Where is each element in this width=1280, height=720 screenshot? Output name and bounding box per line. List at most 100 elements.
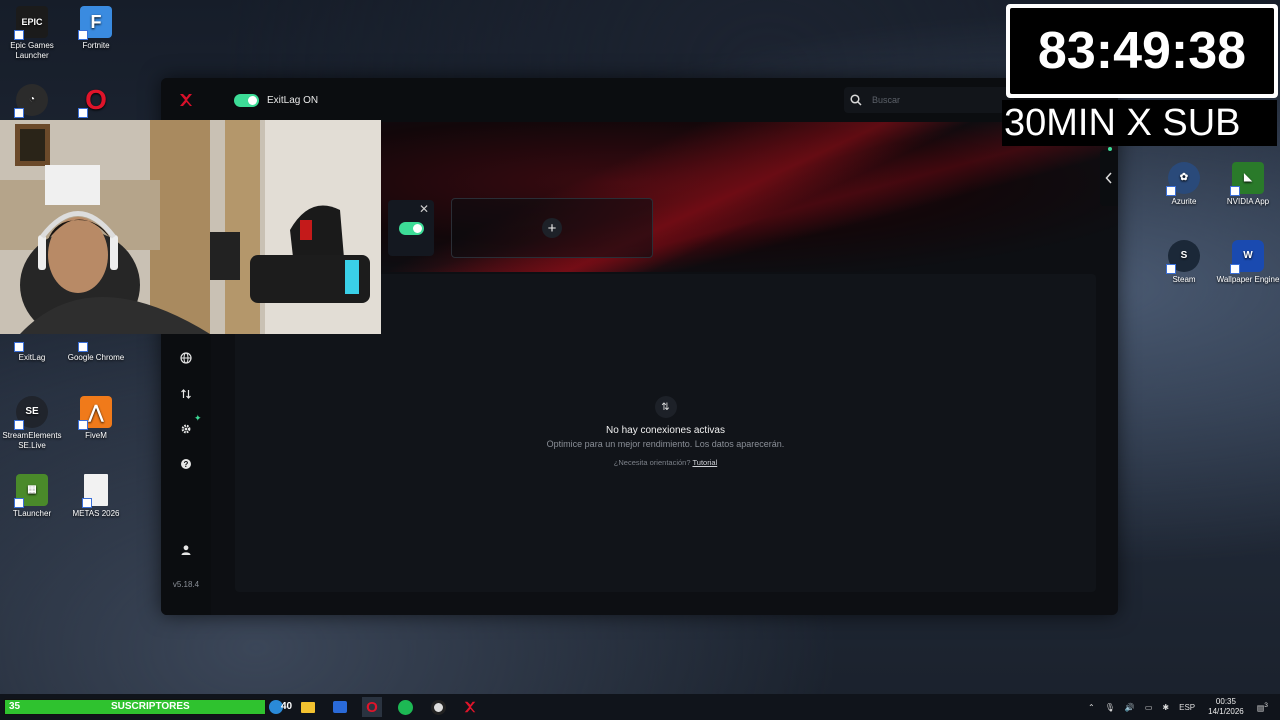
webcam-feed [0, 120, 381, 334]
desktop-icon-label: StreamElements SE.Live [2, 431, 62, 450]
desktop-icon-label: TLauncher [12, 509, 52, 518]
opera-icon: O [366, 698, 378, 716]
empty-state-help: ¿Necesita orientación? Tutorial [235, 458, 1096, 467]
subscriber-goal-bar: 35 SUSCRIPTORES [4, 699, 266, 715]
search-icon [850, 94, 862, 106]
help-text: ¿Necesita orientación? [613, 458, 691, 467]
system-tray: ⌃ 🎙 🔊 ▭ ✱ ESP 00:35 14/1/2026 ▤3 [1083, 694, 1280, 720]
taskbar-file-explorer-button[interactable] [298, 697, 318, 717]
desktop-icon-label: Steam [1172, 275, 1196, 284]
desktop-icon-label: Epic Games Launcher [10, 41, 54, 60]
game-toggle[interactable] [398, 221, 424, 235]
user-icon [181, 545, 191, 555]
search-box[interactable] [844, 87, 1014, 113]
status-dot [1108, 147, 1112, 151]
exitlag-icon [464, 701, 476, 713]
transfer-icon [181, 389, 191, 399]
timer-subtitle: 30MIN X SUB [1002, 100, 1277, 146]
desktop-icon-azurite[interactable]: ✿ Azurite [1148, 162, 1220, 207]
subscriber-label: SUSCRIPTORES [111, 701, 190, 712]
desktop-icon-opera[interactable]: O [60, 84, 132, 119]
sidebar-settings-button[interactable]: ✦ [176, 413, 202, 439]
epic-games-icon: EPIC [14, 6, 48, 40]
desktop-icon-obs[interactable]: ◔ [0, 84, 68, 119]
timer-value: 83:49:38 [1010, 8, 1274, 94]
desktop-icon-label: NVIDIA App [1226, 197, 1270, 206]
desktop-icon-label: Wallpaper Engine [1216, 275, 1280, 284]
tlauncher-icon: ▦ [14, 474, 48, 508]
desktop-icon-label: FiveM [85, 431, 107, 440]
sidebar-connections-button[interactable] [176, 384, 196, 404]
obs-icon [430, 699, 446, 715]
taskbar-opera-button[interactable]: O [362, 697, 382, 717]
taskbar-obs-button[interactable] [428, 697, 448, 717]
sparkle-icon: ✦ [194, 413, 202, 423]
plus-icon: + [542, 218, 562, 238]
language-indicator[interactable]: ESP [1179, 703, 1195, 712]
spotify-icon [397, 699, 413, 715]
search-input[interactable] [872, 95, 992, 105]
desktop-icon-metas[interactable]: METAS 2026 [60, 474, 132, 519]
empty-state: ⇅ No hay conexiones activas Optimice par… [235, 396, 1096, 467]
desktop-icon-tlauncher[interactable]: ▦ TLauncher [0, 474, 68, 519]
subscriber-count: 35 [9, 701, 21, 712]
desktop-icon-epic-games[interactable]: EPIC Epic Games Launcher [0, 6, 68, 61]
empty-state-subtitle: Optimice para un mejor rendimiento. Los … [546, 439, 785, 449]
exitlag-logo-icon [180, 94, 192, 106]
taskbar-mail-button[interactable] [330, 697, 350, 717]
desktop-icon-label: ExitLag [18, 353, 46, 362]
network-icon[interactable]: ▭ [1145, 703, 1153, 712]
webcam-overlay [0, 120, 381, 334]
clock-date: 14/1/2026 [1208, 707, 1244, 716]
exitlag-toggle[interactable] [234, 93, 259, 107]
mail-icon [333, 701, 347, 713]
sidebar-help-button[interactable]: ? [176, 454, 196, 474]
desktop-icon-label: Azurite [1171, 197, 1197, 206]
taskbar-clock[interactable]: 00:35 14/1/2026 [1208, 697, 1244, 717]
folder-icon [301, 701, 315, 713]
subathon-timer: 83:49:38 [1006, 4, 1278, 98]
collapse-panel-button[interactable] [1100, 147, 1118, 206]
edge-badge: 40 [281, 701, 293, 712]
desktop-icon-wallpaper-engine[interactable]: W Wallpaper Engine [1212, 240, 1280, 285]
desktop-icon-fortnite[interactable]: F Fortnite [60, 6, 132, 51]
close-icon[interactable]: ✕ [419, 202, 429, 216]
app-topbar: ExitLag ON [161, 78, 1118, 122]
desktop-icon-nvidia[interactable]: ◣ NVIDIA App [1212, 162, 1280, 207]
wallpaper-engine-icon: W [1230, 240, 1264, 274]
globe-icon [180, 352, 192, 364]
help-icon: ? [181, 459, 191, 469]
sidebar-globe-button[interactable] [176, 348, 196, 368]
azurite-icon: ✿ [1166, 162, 1200, 196]
taskbar-spotify-button[interactable] [395, 697, 415, 717]
exitlag-status-label: ExitLag ON [267, 94, 319, 106]
volume-icon[interactable]: 🔊 [1125, 703, 1135, 712]
desktop-icon-steam[interactable]: S Steam [1148, 240, 1220, 285]
desktop-icon-streamelements[interactable]: SE StreamElements SE.Live [0, 396, 68, 451]
tutorial-link[interactable]: Tutorial [692, 458, 717, 467]
chevron-left-icon [1105, 172, 1112, 184]
desktop-icon-fivem[interactable]: ⋀ FiveM [60, 396, 132, 441]
desktop-icon-label: Google Chrome [67, 353, 125, 362]
desktop-icon-label: METAS 2026 [72, 509, 120, 518]
notification-count: 3 [1264, 701, 1268, 709]
fortnite-icon: F [78, 6, 112, 40]
exitlag-logo[interactable] [161, 78, 211, 122]
tray-expand-icon[interactable]: ⌃ [1088, 703, 1095, 712]
sidebar-account-button[interactable] [176, 540, 196, 560]
notification-icon[interactable]: ▤3 [1257, 702, 1268, 713]
version-label: v5.18.4 [172, 580, 200, 589]
desktop-icon-label: Fortnite [82, 41, 110, 50]
microphone-icon[interactable]: 🎙 [1105, 703, 1115, 712]
obs-icon: ◔ [14, 84, 48, 118]
taskbar-edge-button[interactable]: 40 [266, 697, 292, 717]
bluetooth-icon[interactable]: ✱ [1162, 703, 1169, 712]
settings-icon [181, 424, 191, 434]
taskbar-exitlag-button[interactable] [460, 697, 480, 717]
svg-text:?: ? [184, 460, 189, 469]
add-game-button[interactable]: + [451, 198, 653, 258]
clock-time: 00:35 [1215, 697, 1236, 706]
steam-icon: S [1166, 240, 1200, 274]
streamelements-icon: SE [14, 396, 48, 430]
nvidia-icon: ◣ [1230, 162, 1264, 196]
